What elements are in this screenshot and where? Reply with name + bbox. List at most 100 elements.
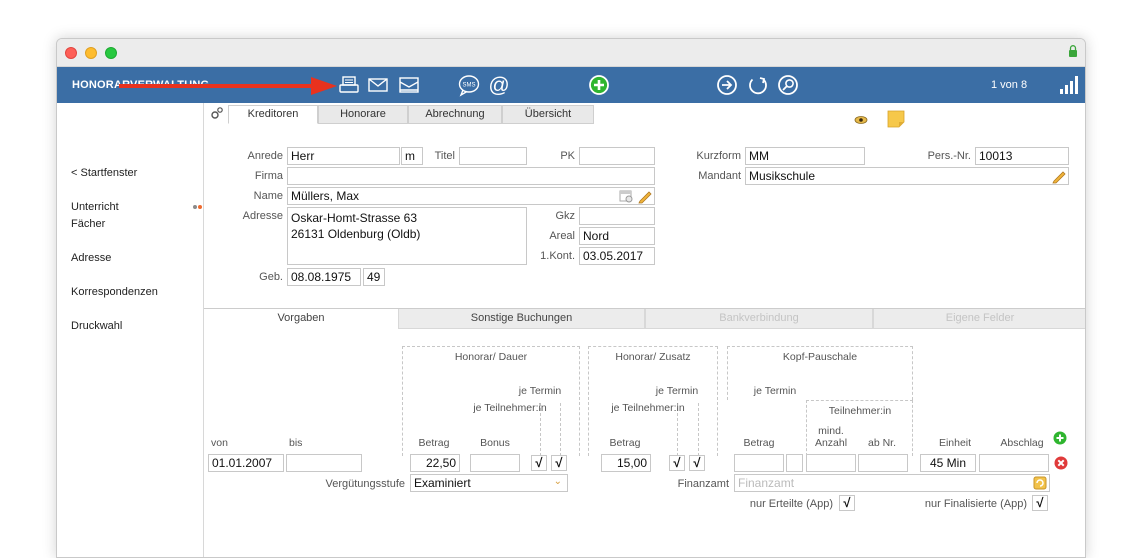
sidebar-item-startfenster[interactable]: < Startfenster xyxy=(71,165,137,182)
mandant-value: Musikschule xyxy=(749,169,816,183)
gkz-label: Gkz xyxy=(555,210,575,222)
je-termin-label: je Termin xyxy=(518,385,562,397)
tab-eigene-felder: Eigene Felder xyxy=(873,309,1085,329)
tab-sonstige-buchungen[interactable]: Sonstige Buchungen xyxy=(398,309,645,329)
adresse-line-2: 26131 Oldenburg (Oldb) xyxy=(291,227,421,241)
je-teilnehmer-label: je Teilnehmer:in xyxy=(473,402,547,414)
col-betrag2-header: Betrag xyxy=(609,437,641,449)
zusatz-je-termin-checkbox[interactable]: √ xyxy=(669,455,685,471)
tab-honorare[interactable]: Honorare xyxy=(318,105,408,124)
sidebar-item-faecher[interactable]: Fächer xyxy=(71,216,105,233)
col-bonus-header: Bonus xyxy=(480,437,510,449)
col-betrag-header: Betrag xyxy=(418,437,450,449)
ab-nr-field[interactable] xyxy=(858,454,908,472)
finanzamt-field[interactable]: Finanzamt xyxy=(734,474,1050,492)
einheit-field[interactable]: 45 Min xyxy=(920,454,976,472)
edit-pencil-icon[interactable] xyxy=(637,188,653,204)
betrag-zusatz-field[interactable]: 15,00 xyxy=(601,454,651,472)
sidebar-item-adresse[interactable]: Adresse xyxy=(71,250,111,267)
mandant-field[interactable]: Musikschule xyxy=(745,167,1069,185)
von-field[interactable]: 01.01.2007 xyxy=(208,454,284,472)
tab-abrechnung[interactable]: Abrechnung xyxy=(408,105,502,124)
close-window-button[interactable] xyxy=(65,47,77,59)
geb-field[interactable]: 08.08.1975 xyxy=(287,268,361,286)
finanzamt-placeholder: Finanzamt xyxy=(738,476,795,490)
areal-field[interactable]: Nord xyxy=(579,227,655,245)
note-icon[interactable] xyxy=(887,110,905,128)
abschlag-field[interactable] xyxy=(979,454,1049,472)
nur-erteilte-checkbox[interactable]: √ xyxy=(839,495,855,511)
forward-icon[interactable] xyxy=(715,73,739,97)
tab-kreditoren[interactable]: Kreditoren xyxy=(228,105,318,124)
delete-row-icon[interactable] xyxy=(1054,456,1068,470)
sms-icon[interactable]: SMS xyxy=(457,73,481,97)
at-icon[interactable]: @ xyxy=(487,73,511,97)
add-row-icon[interactable] xyxy=(1053,431,1067,445)
lookup-icon[interactable] xyxy=(1033,476,1047,490)
divider xyxy=(560,403,561,456)
search-icon[interactable] xyxy=(776,73,800,97)
envelope-icon[interactable] xyxy=(366,73,390,97)
group-honorar-zusatz-title: Honorar/ Zusatz xyxy=(615,351,691,363)
pk-label: PK xyxy=(560,150,575,162)
gkz-field[interactable] xyxy=(579,207,655,225)
firma-field[interactable] xyxy=(287,167,655,185)
mandant-label: Mandant xyxy=(698,170,741,182)
betrag-kopf-field[interactable] xyxy=(734,454,784,472)
refresh-icon[interactable] xyxy=(746,73,770,97)
sidebar-item-druckwahl[interactable]: Druckwahl xyxy=(71,318,122,335)
kurzform-field[interactable]: MM xyxy=(745,147,865,165)
nur-finalisierte-checkbox[interactable]: √ xyxy=(1032,495,1048,511)
signal-icon[interactable] xyxy=(1057,73,1081,97)
svg-text:@: @ xyxy=(488,74,509,97)
kont-field[interactable]: 03.05.2017 xyxy=(579,247,655,265)
bis-field[interactable] xyxy=(286,454,362,472)
finanzamt-label: Finanzamt xyxy=(677,478,729,490)
minimize-window-button[interactable] xyxy=(85,47,97,59)
sidebar: < Startfenster Unterricht Fächer Adresse… xyxy=(57,103,204,557)
col-abschlag-header: Abschlag xyxy=(1000,437,1044,449)
adresse-field[interactable]: Oskar-Homt-Strasse 63 26131 Oldenburg (O… xyxy=(287,207,527,265)
group-kopf-title: Kopf-Pauschale xyxy=(782,351,858,363)
je-termin-label-3: je Termin xyxy=(753,385,797,397)
zusatz-je-teilnehmer-checkbox[interactable]: √ xyxy=(689,455,705,471)
name-field[interactable]: Müllers, Max xyxy=(287,187,655,205)
add-record-icon[interactable] xyxy=(587,73,611,97)
tab-vorgaben[interactable]: Vorgaben xyxy=(204,309,398,329)
bonus-field[interactable] xyxy=(470,454,520,472)
verguetung-select[interactable]: Examiniert ⌄ xyxy=(410,474,568,492)
persnr-label: Pers.-Nr. xyxy=(927,150,971,162)
je-termin-checkbox[interactable]: √ xyxy=(531,455,547,471)
lock-icon[interactable] xyxy=(1068,44,1078,58)
calendar-icon[interactable] xyxy=(619,189,633,203)
titel-label: Titel xyxy=(434,150,455,162)
zoom-window-button[interactable] xyxy=(105,47,117,59)
persnr-field[interactable]: 10013 xyxy=(975,147,1069,165)
eye-icon[interactable] xyxy=(854,115,868,125)
je-teilnehmer-checkbox[interactable]: √ xyxy=(551,455,567,471)
col-anzahl-header: Anzahl xyxy=(814,437,848,449)
adresse-line-1: Oskar-Homt-Strasse 63 xyxy=(291,211,418,225)
nur-finalisierte-label: nur Finalisierte (App) xyxy=(924,498,1027,510)
group-honorar-dauer-title: Honorar/ Dauer xyxy=(454,351,528,363)
name-value: Müllers, Max xyxy=(291,189,360,203)
col-betrag3-header: Betrag xyxy=(743,437,775,449)
titel-field[interactable] xyxy=(459,147,527,165)
gender-field[interactable]: m xyxy=(401,147,423,165)
tab-uebersicht[interactable]: Übersicht xyxy=(502,105,594,124)
gear-icon[interactable] xyxy=(210,106,224,120)
status-dot-gray xyxy=(193,205,197,209)
chevron-down-icon: ⌄ xyxy=(553,476,562,487)
col-bis-header: bis xyxy=(289,437,303,449)
col-einheit-header: Einheit xyxy=(938,437,972,449)
letter-icon[interactable] xyxy=(397,73,421,97)
sidebar-item-unterricht[interactable]: Unterricht xyxy=(71,199,119,216)
pk-field[interactable] xyxy=(579,147,655,165)
betrag-dauer-field[interactable]: 22,50 xyxy=(410,454,460,472)
edit-pencil-icon[interactable] xyxy=(1051,168,1067,184)
printer-icon[interactable] xyxy=(337,73,361,97)
sidebar-item-korrespondenzen[interactable]: Korrespondenzen xyxy=(71,284,158,301)
kopf-flag-field[interactable] xyxy=(786,454,803,472)
mind-anzahl-field[interactable] xyxy=(806,454,856,472)
anrede-field[interactable]: Herr xyxy=(287,147,400,165)
